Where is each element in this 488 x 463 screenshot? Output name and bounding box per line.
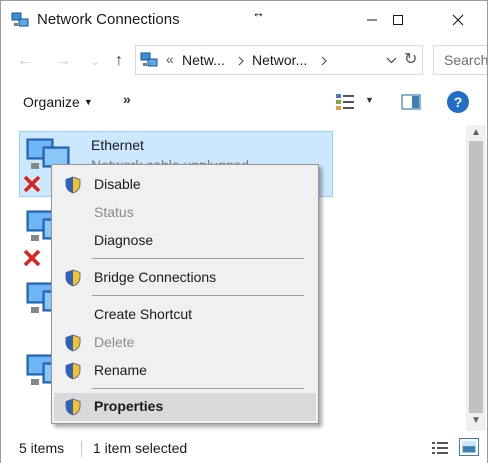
context-menu: Disable Status Diagnose Bridge Connectio… <box>51 164 319 424</box>
menu-item-properties[interactable]: Properties <box>54 393 316 421</box>
scroll-thumb[interactable] <box>469 141 483 413</box>
resize-cursor-icon: ↔ <box>252 5 265 20</box>
help-icon[interactable]: ? <box>447 91 469 113</box>
menu-separator <box>92 258 304 259</box>
menu-item-rename[interactable]: Rename <box>54 357 316 385</box>
vertical-scrollbar[interactable]: ▲ ▼ <box>466 125 486 431</box>
refresh-button[interactable]: ↻ <box>404 49 417 69</box>
status-bar: 5 items 1 item selected <box>1 433 487 463</box>
organize-label: Organize <box>23 94 80 110</box>
caret-down-icon: ▼ <box>83 97 93 107</box>
maximize-button[interactable] <box>375 1 421 39</box>
title-bar[interactable]: Network Connections ↔ <box>1 1 487 39</box>
close-icon <box>452 14 464 26</box>
explorer-window: Network Connections ↔ ← → ⌄ ↑ « Netw... … <box>0 0 488 463</box>
breadcrumb-item[interactable]: Networ... <box>252 52 307 68</box>
chevron-right-icon[interactable] <box>321 56 328 66</box>
preview-pane-icon[interactable] <box>401 93 421 111</box>
address-bar[interactable]: « Netw... Networ... ↻ <box>135 45 423 75</box>
menu-item-disable[interactable]: Disable <box>54 171 316 199</box>
close-button[interactable] <box>435 1 481 39</box>
chevron-right-icon[interactable] <box>238 56 245 66</box>
change-view-icon[interactable] <box>335 93 355 111</box>
network-connections-icon <box>11 12 29 27</box>
status-divider <box>81 441 82 457</box>
menu-item-label: Bridge Connections <box>94 269 217 285</box>
navigation-bar: ← → ⌄ ↑ « Netw... Networ... ↻ Search <box>1 41 487 79</box>
uac-shield-icon <box>65 362 81 380</box>
more-commands-button[interactable]: » <box>123 91 131 107</box>
view-options-dropdown[interactable]: ▼ <box>365 95 374 105</box>
item-name: Ethernet <box>91 137 144 153</box>
large-icons-view-icon[interactable] <box>459 438 479 456</box>
details-view-icon[interactable] <box>431 440 449 456</box>
menu-separator <box>92 295 304 296</box>
menu-separator <box>92 388 304 389</box>
up-button[interactable]: ↑ <box>109 51 129 71</box>
chevron-down-icon[interactable] <box>386 57 397 64</box>
scroll-down-button[interactable]: ▼ <box>466 415 486 429</box>
breadcrumb-item[interactable]: Netw... <box>182 52 225 68</box>
disconnected-icon <box>23 175 41 193</box>
menu-item-label: Properties <box>94 398 164 414</box>
menu-item-label: Diagnose <box>94 232 154 248</box>
menu-item-bridge-connections[interactable]: Bridge Connections <box>54 264 316 292</box>
organize-button[interactable]: Organize ▼ <box>23 94 93 110</box>
back-button[interactable]: ← <box>15 51 35 71</box>
disconnected-icon <box>23 249 41 267</box>
menu-item-label: Create Shortcut <box>94 306 193 322</box>
uac-shield-icon <box>65 269 81 287</box>
command-bar: Organize ▼ » ▼ ? <box>1 81 487 123</box>
menu-item-label: Rename <box>94 362 147 378</box>
uac-shield-icon <box>65 398 81 416</box>
menu-item-create-shortcut[interactable]: Create Shortcut <box>54 301 316 329</box>
search-box[interactable]: Search <box>433 45 487 75</box>
network-connections-icon <box>140 52 158 67</box>
menu-item-label: Status <box>94 204 134 220</box>
menu-item-delete[interactable]: Delete <box>54 329 316 357</box>
scroll-up-button[interactable]: ▲ <box>466 127 486 141</box>
menu-item-label: Delete <box>94 334 135 350</box>
recent-locations-button[interactable]: ⌄ <box>85 51 105 71</box>
uac-shield-icon <box>65 176 81 194</box>
menu-item-label: Disable <box>94 176 141 192</box>
breadcrumb-overflow[interactable]: « <box>166 51 174 67</box>
window-title: Network Connections <box>37 11 180 28</box>
forward-button[interactable]: → <box>53 51 73 71</box>
menu-item-status[interactable]: Status <box>54 199 316 227</box>
search-input[interactable]: Search <box>444 52 487 68</box>
uac-shield-icon <box>65 334 81 352</box>
maximize-icon <box>393 15 403 25</box>
menu-item-diagnose[interactable]: Diagnose <box>54 227 316 255</box>
selection-count: 1 item selected <box>93 440 188 456</box>
item-count: 5 items <box>19 440 65 456</box>
